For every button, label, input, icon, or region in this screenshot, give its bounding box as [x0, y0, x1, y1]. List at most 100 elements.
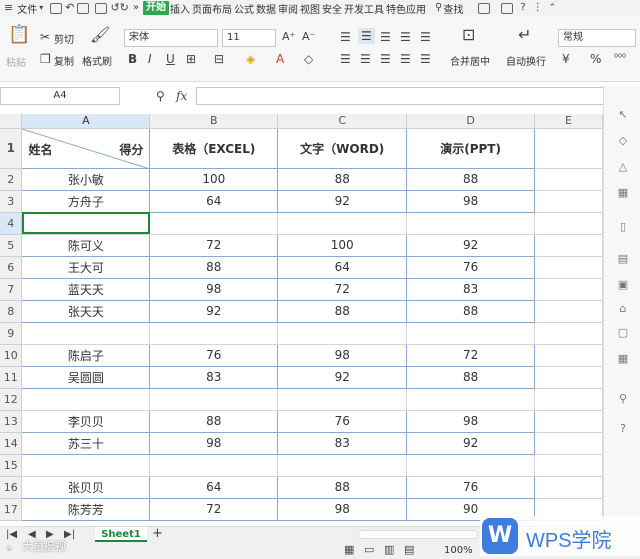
header-word[interactable]: 文字（WORD) — [277, 128, 408, 169]
row-header[interactable]: 5 — [0, 234, 23, 257]
preview-icon[interactable] — [95, 2, 108, 14]
row-header[interactable]: 4 — [0, 212, 23, 235]
tab-home[interactable]: 开始 — [143, 1, 170, 15]
tag-icon[interactable]: ⌂ — [616, 302, 630, 316]
cell-ppt[interactable]: 88 — [406, 300, 536, 323]
italic-icon[interactable]: I — [148, 52, 152, 66]
empty-cell[interactable] — [534, 344, 603, 367]
indent-right-icon[interactable]: ☰ — [420, 30, 431, 44]
reading-icon[interactable]: ▤ — [404, 543, 414, 557]
row-header[interactable]: 3 — [0, 190, 23, 213]
help-icon[interactable]: ? — [520, 1, 525, 15]
empty-cell[interactable] — [534, 212, 603, 235]
cell-word[interactable]: 76 — [277, 410, 408, 433]
row-header[interactable]: 2 — [0, 168, 23, 191]
increase-font-icon[interactable]: A⁺ — [282, 30, 295, 44]
normal-view-icon[interactable]: ▦ — [344, 543, 354, 557]
first-sheet-icon[interactable]: |◀ — [6, 528, 17, 542]
phone-icon[interactable]: ▯ — [616, 220, 630, 234]
zoom-icon[interactable]: ⚲ — [156, 89, 165, 103]
distributed-icon[interactable]: ☰ — [420, 52, 431, 66]
header-ppt[interactable]: 演示(PPT) — [406, 128, 536, 169]
row-header[interactable]: 9 — [0, 322, 23, 345]
cell-word[interactable]: 72 — [277, 278, 408, 301]
cell-ppt[interactable]: 76 — [406, 476, 536, 499]
row-header[interactable]: 17 — [0, 498, 23, 521]
col-header-c[interactable]: C — [277, 114, 408, 129]
collapse-ribbon-icon[interactable]: ⌃ — [549, 1, 557, 15]
cell-ppt[interactable] — [406, 388, 536, 411]
cursor-icon[interactable]: ↖ — [616, 108, 630, 122]
cell-excel[interactable] — [149, 212, 279, 235]
tab-review[interactable]: 审阅 — [277, 1, 299, 16]
shapes-icon[interactable]: ◇ — [616, 134, 630, 148]
cell-name[interactable] — [21, 322, 151, 345]
col-header-d[interactable]: D — [406, 114, 536, 129]
tab-page-layout[interactable]: 页面布局 — [191, 1, 233, 16]
align-right-icon[interactable]: ☰ — [380, 52, 391, 66]
row-header[interactable]: 7 — [0, 278, 23, 301]
cell-name[interactable]: 李贝贝 — [21, 410, 151, 433]
add-sheet-button[interactable]: + — [152, 527, 163, 541]
cell-word[interactable]: 92 — [277, 190, 408, 213]
justify-icon[interactable]: ☰ — [400, 52, 411, 66]
cell-word[interactable]: 88 — [277, 300, 408, 323]
zoom-level[interactable]: 100% — [444, 545, 473, 556]
font-color-icon[interactable]: A — [276, 52, 284, 66]
cell-excel[interactable]: 76 — [149, 344, 279, 367]
print-icon[interactable] — [77, 2, 90, 14]
paste-button[interactable]: 粘贴 — [6, 54, 26, 69]
empty-cell[interactable] — [534, 256, 603, 279]
cell-excel[interactable]: 92 — [149, 300, 279, 323]
cell-excel[interactable] — [149, 388, 279, 411]
tab-formula[interactable]: 公式 — [233, 1, 255, 16]
cell-name[interactable]: 张天天 — [21, 300, 151, 323]
cell-ppt[interactable]: 98 — [406, 410, 536, 433]
row-header[interactable]: 15 — [0, 454, 23, 477]
thousands-icon[interactable]: ⁰⁰⁰ — [614, 52, 626, 66]
cell-ppt[interactable]: 72 — [406, 344, 536, 367]
empty-cell[interactable] — [534, 300, 603, 323]
cell-word[interactable]: 64 — [277, 256, 408, 279]
brush-icon[interactable]: 🖌 — [90, 27, 110, 43]
book-icon[interactable]: ▤ — [616, 252, 630, 266]
lock-icon[interactable]: ▢ — [616, 326, 630, 340]
cell-ppt[interactable] — [406, 322, 536, 345]
cell-word[interactable]: 98 — [277, 344, 408, 367]
cell-word[interactable] — [277, 388, 408, 411]
tab-security[interactable]: 安全 — [321, 1, 343, 16]
decrease-font-icon[interactable]: A⁻ — [302, 30, 315, 44]
empty-cell[interactable] — [534, 454, 603, 477]
clear-format-icon[interactable]: ◇ — [304, 52, 313, 66]
row-header[interactable]: 12 — [0, 388, 23, 411]
align-top-icon[interactable]: ☰ — [340, 30, 351, 44]
empty-cell[interactable] — [534, 388, 603, 411]
cell-word[interactable]: 83 — [277, 432, 408, 455]
cell-name[interactable]: 陈芳芳 — [21, 498, 151, 521]
cell-name[interactable] — [21, 388, 151, 411]
merge-cells-icon[interactable]: ⊟ — [214, 52, 224, 66]
copy-button[interactable]: 复制 — [54, 53, 74, 68]
table-icon[interactable]: ▦ — [616, 186, 630, 200]
cell-word[interactable] — [277, 212, 408, 235]
header-cell-diagonal[interactable]: 姓名 得分 — [21, 128, 151, 169]
empty-cell[interactable] — [534, 432, 603, 455]
name-box[interactable]: A4 — [0, 87, 120, 105]
cell-excel[interactable] — [149, 454, 279, 477]
cell-excel[interactable]: 64 — [149, 190, 279, 213]
cell-name[interactable]: 张贝贝 — [21, 476, 151, 499]
currency-icon[interactable]: ¥ — [562, 52, 570, 66]
cell-excel[interactable]: 72 — [149, 498, 279, 521]
cell-name[interactable]: 蓝天天 — [21, 278, 151, 301]
cell-ppt[interactable]: 83 — [406, 278, 536, 301]
copy-icon[interactable]: ❐ — [40, 52, 51, 66]
cell-ppt[interactable]: 88 — [406, 168, 536, 191]
indent-left-icon[interactable]: ☰ — [400, 30, 411, 44]
cell-ppt[interactable]: 92 — [406, 234, 536, 257]
cell-word[interactable]: 88 — [277, 168, 408, 191]
align-bottom-icon[interactable]: ☰ — [380, 30, 391, 44]
horizontal-scrollbar[interactable] — [358, 530, 478, 539]
cell-name[interactable]: 陈启子 — [21, 344, 151, 367]
cell-excel[interactable]: 98 — [149, 432, 279, 455]
number-format-select[interactable]: 常规 — [558, 29, 636, 47]
